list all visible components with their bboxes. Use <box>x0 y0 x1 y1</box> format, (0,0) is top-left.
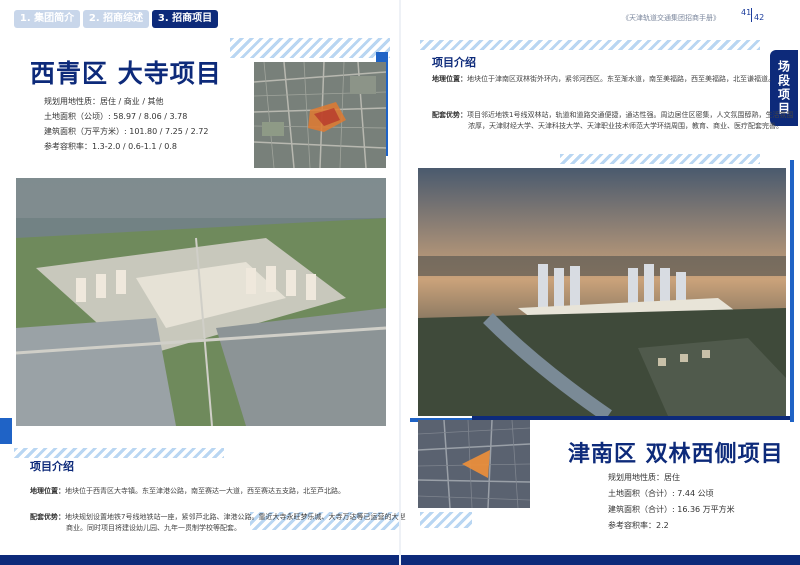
project2-title: 津南区 双林西侧项目 <box>568 442 784 467</box>
page-number-left: 41 <box>741 8 752 17</box>
project1-advantage-label: 配套优势： <box>30 513 65 521</box>
project2-advantage-label: 配套优势： <box>432 111 467 119</box>
project1-specs: 规划用地性质：居住 / 商业 / 其他 土地面积（公顷）: 58.97 / 8.… <box>44 96 208 152</box>
project2-specs: 规划用地性质：居住 土地面积（合计）: 7.44 公顷 建筑面积（合计）: 16… <box>608 472 735 531</box>
page-number-right: 42 <box>754 13 765 22</box>
project1-spec-land-area: 土地面积（公顷）: 58.97 / 8.06 / 3.78 <box>44 112 188 121</box>
project1-spec-far: 参考容积率：1.3-2.0 / 0.6-1.1 / 0.8 <box>44 142 177 151</box>
project2-advantage: 配套优势：项目邻近地铁1号线双林站，轨道和道路交通便捷，通达性强。周边居住区密集… <box>432 110 798 132</box>
project1-location: 地理位置：地块位于西青区大寺镇。东至津港公路，南至赛达一大道，西至赛达五支路，北… <box>30 486 426 497</box>
project1-spec-building-area: 建筑面积（万平方米）: 101.80 / 7.25 / 2.72 <box>44 127 209 136</box>
project2-location: 地理位置：地块位于津南区双林街外环内，紧邻河西区。东至渐水道，南至美福路，西至美… <box>432 74 798 85</box>
project1-location-label: 地理位置： <box>30 487 65 495</box>
project1-spec-land-use: 规划用地性质：居住 / 商业 / 其他 <box>44 97 164 106</box>
project1-intro-title: 项目介绍 <box>30 460 74 473</box>
project2-aerial-rendering <box>418 168 786 416</box>
decor-stripes-left-top <box>230 38 390 58</box>
side-badge-label: 场段项目 <box>776 60 791 116</box>
decor-stripes-left-mid <box>14 448 224 458</box>
footer-bar-left <box>0 555 400 565</box>
footer-bar-right <box>400 555 800 565</box>
project1-location-map <box>254 62 386 168</box>
accent-frame-left-bottom <box>0 418 12 444</box>
project1-location-text: 地块位于西青区大寺镇。东至津港公路，南至赛达一大道，西至赛达五支路，北至芦北路。 <box>65 487 345 495</box>
project2-spec-land-area: 土地面积（合计）: 7.44 公顷 <box>608 489 714 498</box>
project2-advantage-text: 项目邻近地铁1号线双林站，轨道和道路交通便捷，通达性强。周边居住区密集，人文氛围… <box>467 111 794 130</box>
page-gutter <box>399 0 401 565</box>
tab-investment-projects[interactable]: 3. 招商项目 <box>152 10 218 28</box>
project2-location-label: 地理位置： <box>432 75 467 83</box>
project1-advantage: 配套优势：地块规划设置地铁7号线地铁站一座，紧邻芦北路、津港公路。靠近大寺永旺梦… <box>30 512 406 534</box>
project2-intro-title: 项目介绍 <box>432 56 476 69</box>
project2-spec-far: 参考容积率：2.2 <box>608 521 669 530</box>
handbook-title: 《天津轨道交通集团招商手册》 <box>622 14 720 22</box>
project1-advantage-text: 地块规划设置地铁7号线地铁站一座，紧邻芦北路、津港公路。靠近大寺永旺梦乐城、大寺… <box>65 513 406 532</box>
project2-location-text: 地块位于津南区双林街外环内，紧邻河西区。东至渐水道，南至美福路，西至美福路，北至… <box>467 75 775 83</box>
project2-location-map <box>418 420 530 508</box>
project2-spec-building-area: 建筑面积（合计）: 16.36 万平方米 <box>608 505 735 514</box>
project2-spec-land-use: 规划用地性质：居住 <box>608 473 680 482</box>
tab-investment-overview[interactable]: 2. 招商综述 <box>83 10 149 28</box>
project1-aerial-rendering <box>16 178 386 426</box>
project1-title: 西青区 大寺项目 <box>30 59 222 88</box>
page-number-divider <box>751 8 752 22</box>
tab-company-intro[interactable]: 1. 集团简介 <box>14 10 80 28</box>
decor-stripes-right-top <box>420 40 760 50</box>
